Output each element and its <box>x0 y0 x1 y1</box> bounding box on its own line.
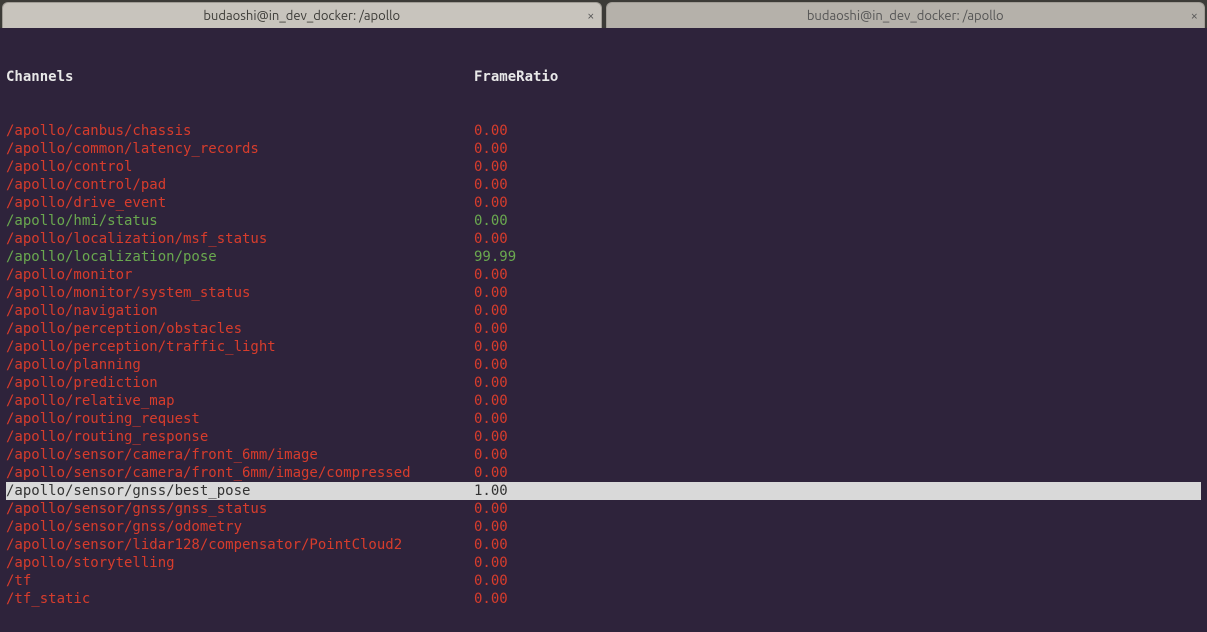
channel-ratio: 0.00 <box>474 140 1201 158</box>
channel-ratio: 0.00 <box>474 428 1201 446</box>
channel-ratio: 0.00 <box>474 302 1201 320</box>
channel-name: /apollo/routing_request <box>6 410 474 428</box>
channel-row[interactable]: /apollo/localization/pose99.99 <box>6 248 1201 266</box>
tab-bar: budaoshi@in_dev_docker: /apollo × budaos… <box>0 0 1207 28</box>
channel-ratio: 0.00 <box>474 374 1201 392</box>
channel-row[interactable]: /tf0.00 <box>6 572 1201 590</box>
channel-ratio: 0.00 <box>474 338 1201 356</box>
channel-row[interactable]: /apollo/perception/obstacles0.00 <box>6 320 1201 338</box>
channel-name: /apollo/common/latency_records <box>6 140 474 158</box>
channel-row[interactable]: /apollo/routing_request0.00 <box>6 410 1201 428</box>
channel-name: /apollo/control/pad <box>6 176 474 194</box>
channel-row[interactable]: /apollo/hmi/status0.00 <box>6 212 1201 230</box>
channel-name: /apollo/perception/obstacles <box>6 320 474 338</box>
channel-ratio: 0.00 <box>474 554 1201 572</box>
channel-ratio: 0.00 <box>474 446 1201 464</box>
channel-name: /apollo/navigation <box>6 302 474 320</box>
tab-title: budaoshi@in_dev_docker: /apollo <box>203 9 400 23</box>
channel-name: /apollo/planning <box>6 356 474 374</box>
channel-name: /apollo/drive_event <box>6 194 474 212</box>
channel-row[interactable]: /apollo/sensor/gnss/best_pose1.00 <box>6 482 1201 500</box>
channel-row[interactable]: /apollo/prediction0.00 <box>6 374 1201 392</box>
channel-row[interactable]: /apollo/perception/traffic_light0.00 <box>6 338 1201 356</box>
channel-name: /apollo/canbus/chassis <box>6 122 474 140</box>
header-row: Channels FrameRatio <box>6 68 1201 86</box>
channel-ratio: 0.00 <box>474 590 1201 608</box>
channel-ratio: 0.00 <box>474 266 1201 284</box>
channel-ratio: 0.00 <box>474 122 1201 140</box>
channel-row[interactable]: /tf_static0.00 <box>6 590 1201 608</box>
channel-row[interactable]: /apollo/drive_event0.00 <box>6 194 1201 212</box>
channel-ratio: 1.00 <box>474 482 1201 500</box>
channel-name: /apollo/sensor/camera/front_6mm/image <box>6 446 474 464</box>
tab-1[interactable]: budaoshi@in_dev_docker: /apollo × <box>2 2 602 28</box>
channel-name: /apollo/prediction <box>6 374 474 392</box>
channel-row[interactable]: /apollo/monitor/system_status0.00 <box>6 284 1201 302</box>
channel-row[interactable]: /apollo/common/latency_records0.00 <box>6 140 1201 158</box>
channel-row[interactable]: /apollo/relative_map0.00 <box>6 392 1201 410</box>
channel-row[interactable]: /apollo/canbus/chassis0.00 <box>6 122 1201 140</box>
channel-list: /apollo/canbus/chassis0.00/apollo/common… <box>6 122 1201 608</box>
channel-name: /tf <box>6 572 474 590</box>
channel-name: /apollo/perception/traffic_light <box>6 338 474 356</box>
channel-name: /apollo/relative_map <box>6 392 474 410</box>
channel-row[interactable]: /apollo/sensor/lidar128/compensator/Poin… <box>6 536 1201 554</box>
channel-name: /apollo/sensor/gnss/gnss_status <box>6 500 474 518</box>
channel-name: /apollo/monitor <box>6 266 474 284</box>
channel-row[interactable]: /apollo/sensor/camera/front_6mm/image/co… <box>6 464 1201 482</box>
channel-row[interactable]: /apollo/storytelling0.00 <box>6 554 1201 572</box>
tab-title: budaoshi@in_dev_docker: /apollo <box>807 9 1004 23</box>
channel-row[interactable]: /apollo/localization/msf_status0.00 <box>6 230 1201 248</box>
channel-ratio: 0.00 <box>474 284 1201 302</box>
channel-name: /apollo/localization/msf_status <box>6 230 474 248</box>
channel-ratio: 0.00 <box>474 230 1201 248</box>
channel-ratio: 0.00 <box>474 356 1201 374</box>
channel-ratio: 0.00 <box>474 158 1201 176</box>
channel-ratio: 0.00 <box>474 500 1201 518</box>
channel-name: /apollo/sensor/lidar128/compensator/Poin… <box>6 536 474 554</box>
channel-row[interactable]: /apollo/routing_response0.00 <box>6 428 1201 446</box>
channel-ratio: 0.00 <box>474 464 1201 482</box>
channel-row[interactable]: /apollo/navigation0.00 <box>6 302 1201 320</box>
channel-ratio: 0.00 <box>474 392 1201 410</box>
channel-ratio: 99.99 <box>474 248 1201 266</box>
channel-row[interactable]: /apollo/control0.00 <box>6 158 1201 176</box>
channel-row[interactable]: /apollo/sensor/camera/front_6mm/image0.0… <box>6 446 1201 464</box>
channel-name: /apollo/sensor/gnss/odometry <box>6 518 474 536</box>
channel-ratio: 0.00 <box>474 536 1201 554</box>
close-icon[interactable]: × <box>1191 9 1198 23</box>
channel-name: /apollo/sensor/camera/front_6mm/image/co… <box>6 464 474 482</box>
channel-ratio: 0.00 <box>474 410 1201 428</box>
close-icon[interactable]: × <box>587 9 594 23</box>
channel-name: /tf_static <box>6 590 474 608</box>
channel-ratio: 0.00 <box>474 176 1201 194</box>
channel-name: /apollo/routing_response <box>6 428 474 446</box>
channel-row[interactable]: /apollo/monitor0.00 <box>6 266 1201 284</box>
channel-name: /apollo/sensor/gnss/best_pose <box>6 482 474 500</box>
terminal-pane[interactable]: Channels FrameRatio /apollo/canbus/chass… <box>0 28 1207 632</box>
channel-ratio: 0.00 <box>474 518 1201 536</box>
header-frameratio: FrameRatio <box>474 68 1201 86</box>
header-channels: Channels <box>6 68 474 86</box>
channel-ratio: 0.00 <box>474 572 1201 590</box>
channel-row[interactable]: /apollo/planning0.00 <box>6 356 1201 374</box>
channel-row[interactable]: /apollo/sensor/gnss/odometry0.00 <box>6 518 1201 536</box>
channel-name: /apollo/hmi/status <box>6 212 474 230</box>
channel-ratio: 0.00 <box>474 320 1201 338</box>
tab-2[interactable]: budaoshi@in_dev_docker: /apollo × <box>606 2 1206 28</box>
channel-ratio: 0.00 <box>474 194 1201 212</box>
channel-name: /apollo/storytelling <box>6 554 474 572</box>
channel-name: /apollo/localization/pose <box>6 248 474 266</box>
channel-row[interactable]: /apollo/sensor/gnss/gnss_status0.00 <box>6 500 1201 518</box>
channel-name: /apollo/control <box>6 158 474 176</box>
channel-name: /apollo/monitor/system_status <box>6 284 474 302</box>
channel-row[interactable]: /apollo/control/pad0.00 <box>6 176 1201 194</box>
channel-ratio: 0.00 <box>474 212 1201 230</box>
